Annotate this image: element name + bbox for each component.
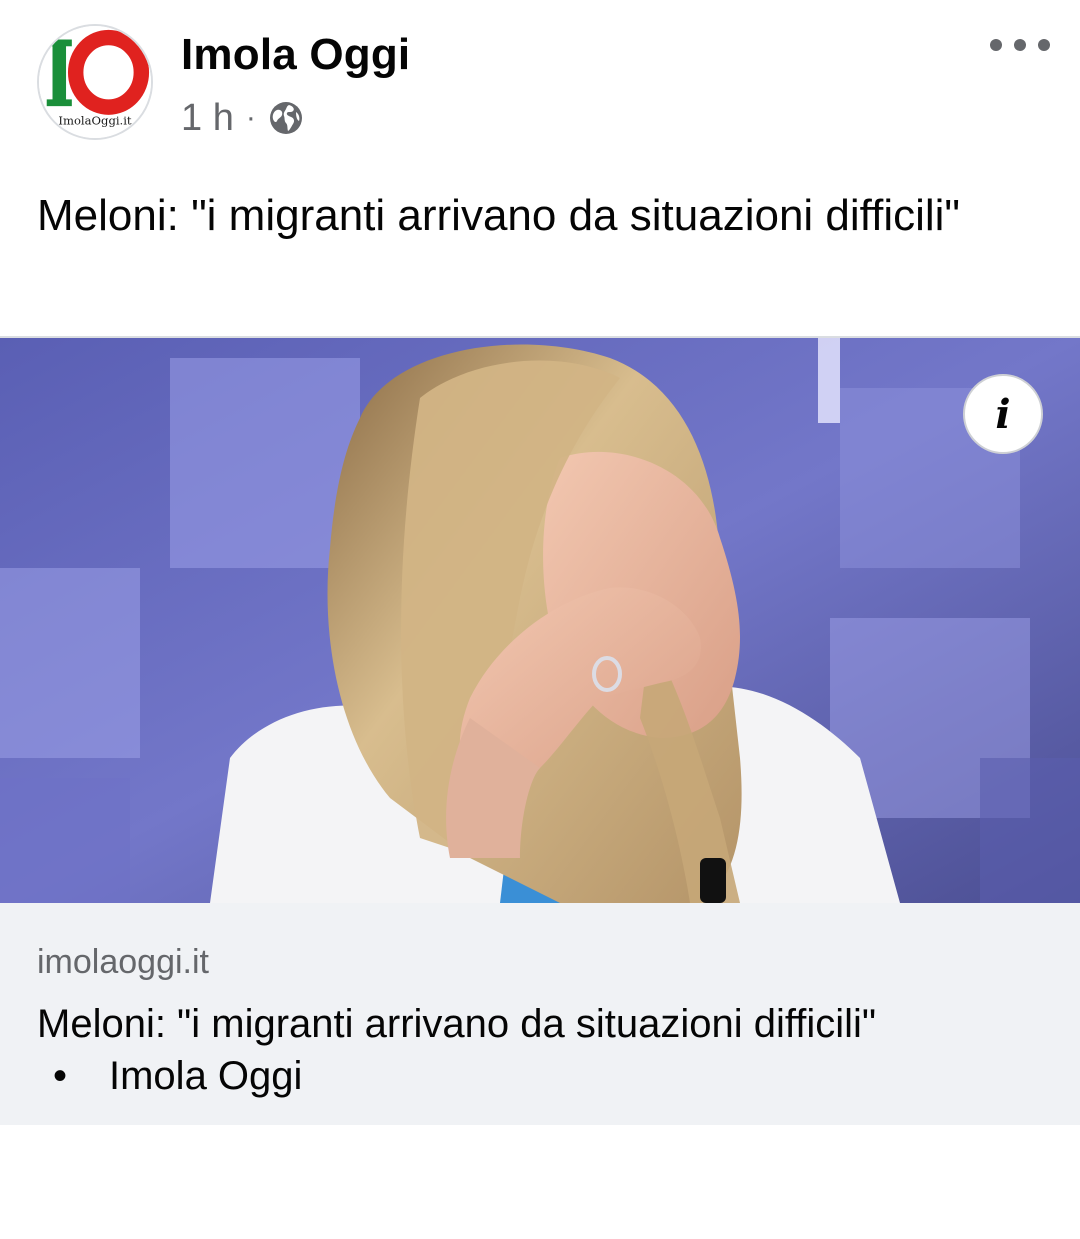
imola-oggi-logo: ImolaOggi.it	[39, 26, 151, 138]
link-title-text: Meloni: "i migranti arrivano da situazio…	[37, 1002, 877, 1046]
link-preview-footer[interactable]: imolaoggi.it Meloni: "i migranti arrivan…	[0, 903, 1080, 1125]
link-source: Imola Oggi	[109, 1054, 303, 1098]
page-name[interactable]: Imola Oggi	[181, 30, 410, 80]
globe-icon	[269, 102, 302, 134]
link-title: Meloni: "i migranti arrivano da situazio…	[37, 998, 1057, 1102]
news-photo	[0, 338, 1080, 903]
post-meta: 1 h ·	[181, 96, 304, 140]
link-domain: imolaoggi.it	[37, 943, 209, 981]
more-options-dot	[990, 39, 1002, 51]
link-preview-card[interactable]: i imolaoggi.it Meloni: "i migranti arriv…	[0, 336, 1080, 1125]
post-time[interactable]: 1 h	[181, 97, 234, 140]
post-text: Meloni: "i migranti arrivano da situazio…	[37, 191, 961, 240]
meta-separator: ·	[245, 101, 256, 134]
more-options-dot	[1038, 39, 1050, 51]
post-header: ImolaOggi.it Imola Oggi 1 h ·	[0, 0, 1080, 170]
more-options-button[interactable]	[990, 30, 1050, 60]
more-options-dot	[1014, 39, 1026, 51]
avatar-site-text: ImolaOggi.it	[58, 113, 132, 127]
page-avatar[interactable]: ImolaOggi.it	[37, 24, 153, 140]
info-button[interactable]: i	[963, 374, 1043, 454]
link-bullet: •	[53, 1054, 68, 1098]
